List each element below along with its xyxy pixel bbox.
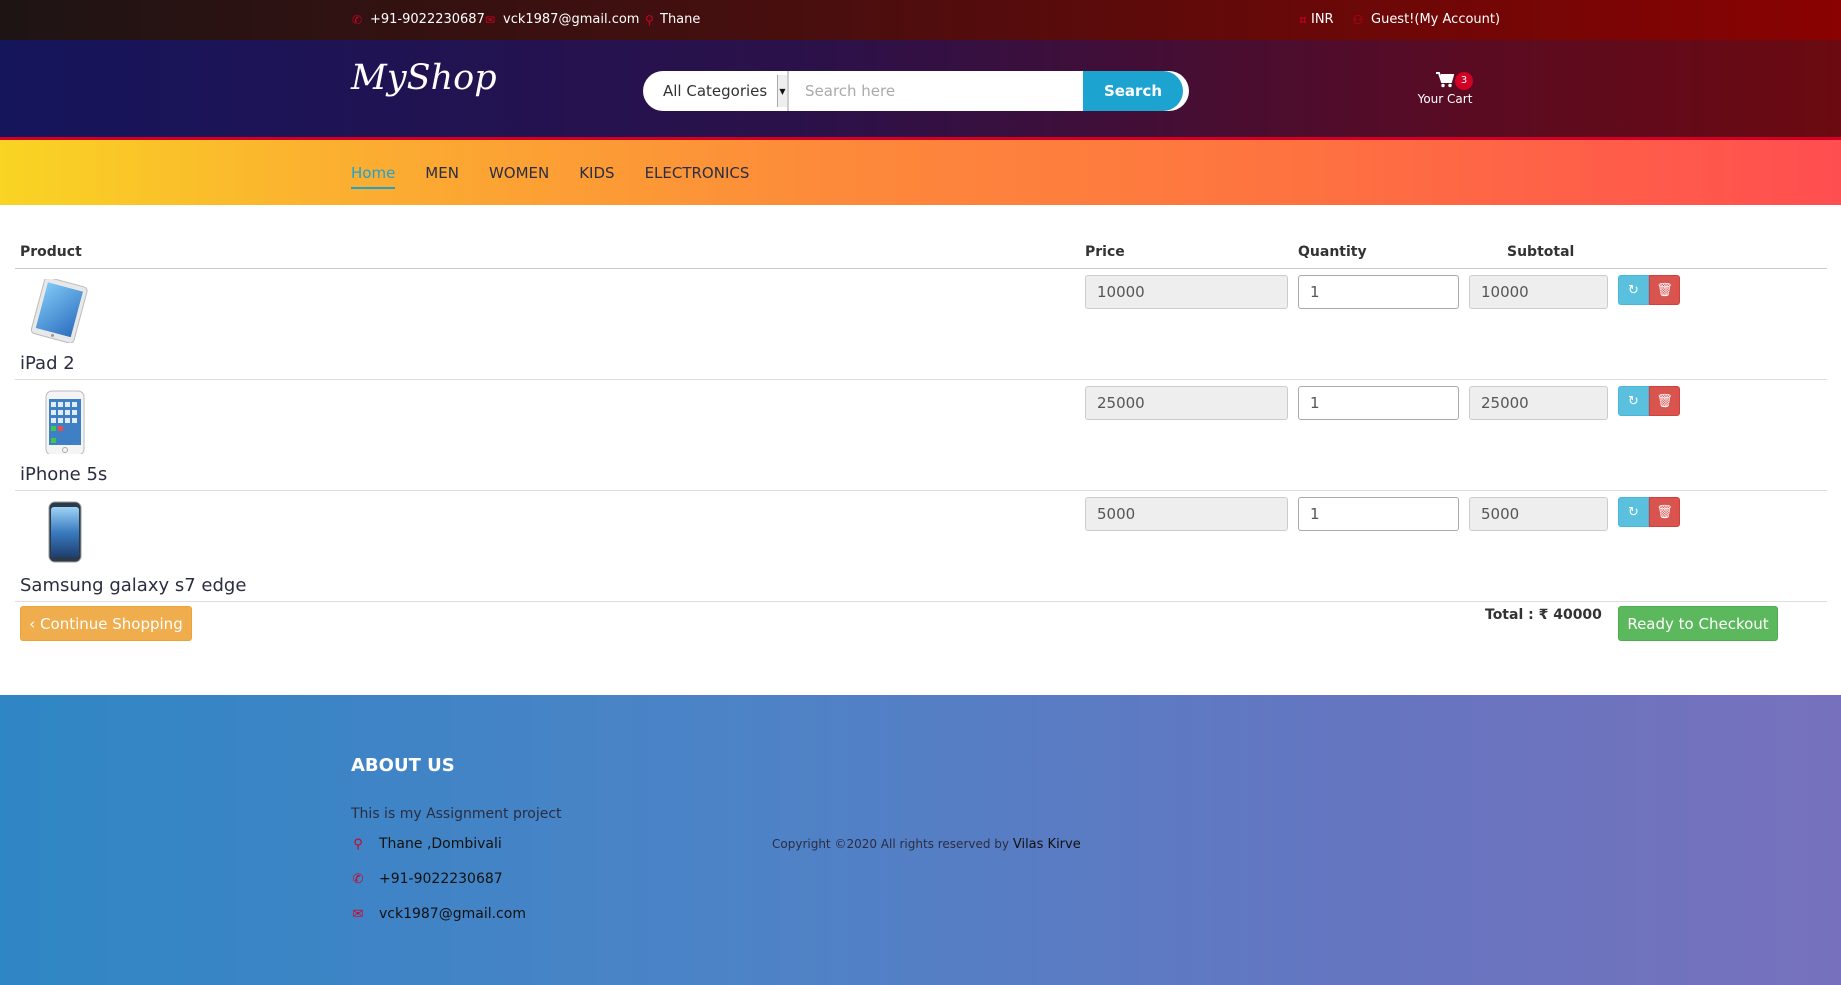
map-marker-icon: ⚲ — [353, 836, 363, 852]
phone-icon: ✆ — [351, 12, 363, 27]
cart-count-badge: 3 — [1455, 72, 1473, 90]
search-input[interactable] — [789, 71, 1083, 111]
map-marker-icon: ⚲ — [645, 12, 654, 27]
nav-item-electronics[interactable]: ELECTRONICS — [645, 164, 750, 186]
user-icon: ⚇ — [1352, 12, 1364, 27]
search-bar: All Categories ▼ Search — [643, 71, 1189, 111]
refresh-icon: ↻ — [1628, 504, 1639, 520]
topbar-email-text: vck1987@gmail.com — [503, 12, 640, 27]
topbar-email[interactable]: ✉ vck1987@gmail.com — [484, 12, 640, 27]
product-name[interactable]: iPad 2 — [20, 353, 75, 374]
column-header-price: Price — [1085, 244, 1125, 260]
topbar-phone-text: +91-9022230687 — [370, 12, 485, 27]
refresh-button[interactable]: ↻ — [1618, 497, 1649, 527]
nav-item-men[interactable]: MEN — [425, 164, 459, 186]
table-row: iPad 2 10000 1 10000 ↻ 🗑 — [15, 269, 1827, 380]
footer-address-text: Thane ,Dombivali — [379, 836, 502, 852]
delete-button[interactable]: 🗑 — [1649, 386, 1680, 416]
footer-phone-text: +91-9022230687 — [379, 871, 503, 887]
top-info-bar: ✆ +91-9022230687 ✉ vck1987@gmail.com ⚲ T… — [0, 0, 1841, 40]
category-select-value: All Categories — [663, 82, 768, 100]
site-logo[interactable]: MyShop — [351, 58, 497, 98]
refresh-icon: ↻ — [1628, 393, 1639, 409]
product-image-galaxy[interactable] — [23, 501, 93, 565]
product-image-ipad[interactable] — [23, 276, 93, 344]
column-header-product: Product — [20, 244, 82, 260]
chevron-down-icon[interactable]: ▼ — [777, 75, 787, 107]
price-field: 10000 — [1085, 275, 1288, 309]
cart-link[interactable]: 3 Your Cart — [1413, 70, 1477, 106]
delete-button[interactable]: 🗑 — [1649, 275, 1680, 305]
footer-about-title: ABOUT US — [351, 755, 455, 776]
nav-item-home[interactable]: Home — [351, 164, 396, 189]
topbar-account-text: Guest!(My Account) — [1371, 12, 1501, 27]
delete-button[interactable]: 🗑 — [1649, 497, 1680, 527]
topbar-account[interactable]: ⚇ Guest!(My Account) — [1352, 12, 1500, 27]
topbar-currency[interactable]: ¤ INR — [1299, 12, 1334, 27]
product-image-iphone[interactable] — [23, 390, 93, 456]
column-header-quantity: Quantity — [1298, 244, 1367, 260]
nav-item-kids[interactable]: KIDS — [579, 164, 614, 186]
footer-email-text: vck1987@gmail.com — [379, 906, 526, 922]
footer-email[interactable]: ✉ vck1987@gmail.com — [351, 906, 526, 922]
nav-item-women[interactable]: WOMEN — [489, 164, 549, 186]
topbar-location[interactable]: ⚲ Thane — [645, 12, 700, 27]
quantity-input[interactable]: 1 — [1298, 386, 1459, 420]
footer-phone[interactable]: ✆ +91-9022230687 — [351, 871, 503, 887]
price-field: 5000 — [1085, 497, 1288, 531]
topbar-currency-text: INR — [1311, 12, 1334, 27]
site-header: MyShop All Categories ▼ Search 3 Your Ca… — [0, 40, 1841, 140]
quantity-input[interactable]: 1 — [1298, 275, 1459, 309]
site-footer: ABOUT US This is my Assignment project ⚲… — [0, 695, 1841, 985]
subtotal-field: 5000 — [1469, 497, 1608, 531]
subtotal-field: 25000 — [1469, 386, 1608, 420]
topbar-location-text: Thane — [660, 12, 701, 27]
topbar-phone[interactable]: ✆ +91-9022230687 — [351, 12, 485, 27]
copyright-text: Copyright ©2020 All rights reserved by — [772, 837, 1010, 851]
trash-icon: 🗑 — [1656, 393, 1673, 409]
quantity-input[interactable]: 1 — [1298, 497, 1459, 531]
table-row: iPhone 5s 25000 1 25000 ↻ 🗑 — [15, 380, 1827, 491]
trash-icon: 🗑 — [1656, 282, 1673, 298]
main-navigation: Home MEN WOMEN KIDS ELECTRONICS — [0, 140, 1841, 205]
checkout-button[interactable]: Ready to Checkout — [1618, 606, 1778, 641]
footer-address[interactable]: ⚲ Thane ,Dombivali — [351, 836, 502, 852]
category-select[interactable]: All Categories ▼ — [643, 71, 789, 111]
product-name[interactable]: iPhone 5s — [20, 464, 107, 485]
search-button[interactable]: Search — [1083, 71, 1183, 111]
refresh-icon: ↻ — [1628, 282, 1639, 298]
envelope-icon: ✉ — [352, 906, 364, 922]
refresh-button[interactable]: ↻ — [1618, 275, 1649, 305]
phone-icon: ✆ — [352, 871, 364, 887]
refresh-button[interactable]: ↻ — [1618, 386, 1649, 416]
envelope-icon: ✉ — [484, 12, 496, 27]
footer-copyright: Copyright ©2020 All rights reserved by V… — [772, 837, 1081, 852]
table-row: Samsung galaxy s7 edge 5000 1 5000 ↻ 🗑 — [15, 491, 1827, 602]
continue-shopping-button[interactable]: ‹ Continue Shopping — [20, 606, 192, 641]
footer-about-text: This is my Assignment project — [351, 806, 562, 822]
copyright-author-link[interactable]: Vilas Kirve — [1013, 837, 1081, 852]
subtotal-field: 10000 — [1469, 275, 1608, 309]
price-field: 25000 — [1085, 386, 1288, 420]
cart-total: Total : ₹ 40000 — [1485, 607, 1602, 623]
column-header-subtotal: Subtotal — [1507, 244, 1575, 260]
trash-icon: 🗑 — [1656, 504, 1673, 520]
product-name[interactable]: Samsung galaxy s7 edge — [20, 575, 246, 596]
currency-icon: ¤ — [1299, 12, 1307, 27]
cart-label: Your Cart — [1417, 92, 1473, 106]
